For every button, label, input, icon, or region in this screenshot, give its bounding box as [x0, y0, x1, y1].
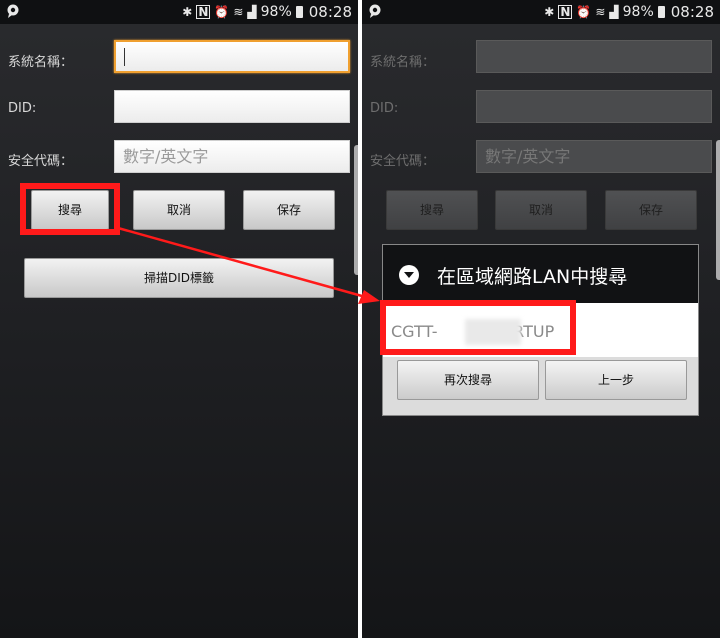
arrow-head-icon — [358, 290, 380, 304]
annotation-arrow — [117, 226, 380, 304]
arrow-line — [117, 226, 363, 298]
